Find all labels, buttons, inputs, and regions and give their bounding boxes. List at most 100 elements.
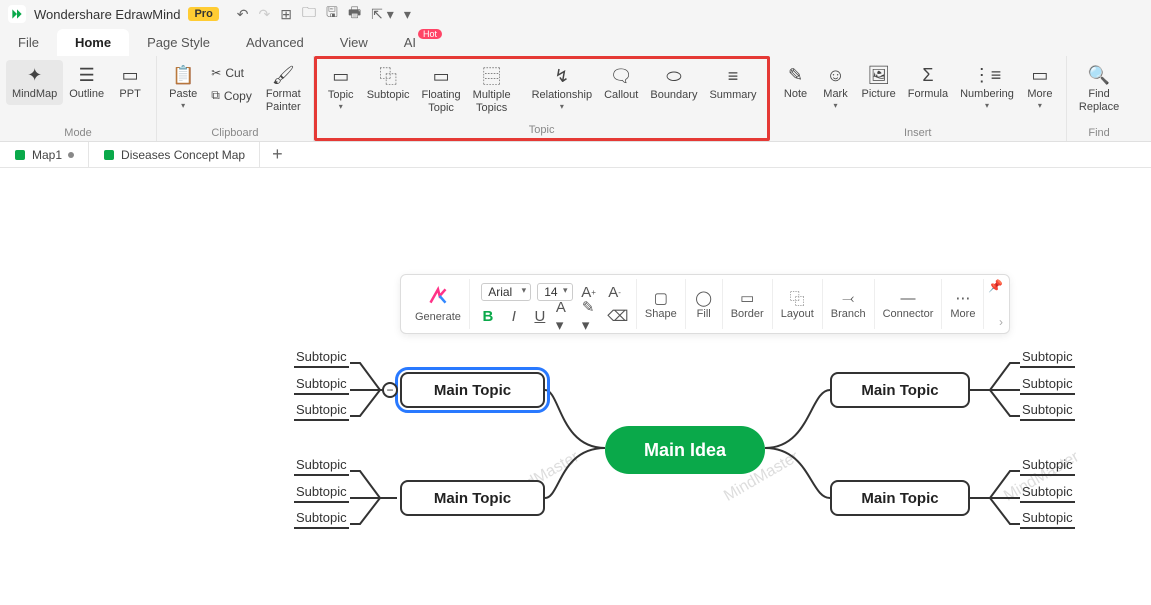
font-family-select[interactable]: Arial (481, 283, 531, 301)
undo-icon[interactable]: ↶ (237, 6, 249, 23)
subtopic-button[interactable]: ⿻Subtopic (361, 61, 416, 106)
floating-topic-button[interactable]: ▭Floating Topic (416, 61, 467, 119)
ft-connector[interactable]: —Connector (875, 279, 943, 329)
numbering-label: Numbering (960, 88, 1014, 101)
main-topic-node-2[interactable]: Main Topic (400, 480, 545, 516)
subtopic-node[interactable]: Subtopic (294, 457, 349, 476)
caret-icon: ▾ (560, 102, 564, 111)
callout-button[interactable]: 🗨Callout (598, 61, 644, 106)
cut-label: Cut (225, 66, 244, 80)
outline-label: Outline (69, 88, 104, 101)
numbering-button[interactable]: ⋮≡Numbering▾ (954, 60, 1020, 114)
find-icon: 🔍 (1088, 64, 1110, 86)
more-icon: ⋯ (953, 288, 973, 308)
subtopic-node[interactable]: Subtopic (1020, 457, 1075, 476)
highlight-icon[interactable]: ✎ ▾ (582, 306, 602, 326)
copy-button[interactable]: ⧉Copy (207, 86, 256, 105)
menu-file[interactable]: File (0, 29, 57, 56)
branch-icon: ⤙ (838, 288, 858, 308)
menu-ai[interactable]: AI Hot (386, 29, 434, 56)
collapse-button[interactable]: − (382, 382, 398, 398)
open-icon[interactable]: 🗀 (302, 2, 316, 26)
topic-button[interactable]: ▭Topic▾ (321, 61, 361, 115)
picture-button[interactable]: 🖼Picture (856, 60, 902, 105)
underline-icon[interactable]: U (530, 306, 550, 326)
app-logo (8, 5, 26, 23)
format-painter-button[interactable]: 🖌 Format Painter (260, 60, 307, 118)
print-icon[interactable]: 🖶 (348, 2, 361, 26)
subtopic-node[interactable]: Subtopic (294, 484, 349, 503)
mindmap-button[interactable]: ✦ MindMap (6, 60, 63, 105)
menu-view[interactable]: View (322, 29, 386, 56)
italic-icon[interactable]: I (504, 306, 524, 326)
bold-icon[interactable]: B (478, 306, 498, 326)
boundary-button[interactable]: ⬭Boundary (644, 61, 703, 106)
cut-button[interactable]: ✂Cut (207, 64, 256, 82)
summary-label: Summary (709, 89, 756, 102)
ribbon-group-find: 🔍Find Replace Find (1067, 56, 1131, 141)
export-icon[interactable]: ⇱ ▾ (371, 6, 394, 23)
save-icon[interactable]: 🖫 (326, 2, 338, 26)
ft-more[interactable]: ⋯More (942, 279, 984, 329)
subtopic-node[interactable]: Subtopic (1020, 402, 1075, 421)
subtopic-icon: ⿻ (379, 65, 397, 87)
insert-group-label: Insert (776, 127, 1060, 141)
subtopic-node[interactable]: Subtopic (294, 376, 349, 395)
document-tabs: Map1 Diseases Concept Map + (0, 142, 1151, 168)
subtopic-node[interactable]: Subtopic (1020, 484, 1075, 503)
chevron-right-icon[interactable]: › (999, 315, 1003, 329)
ft-shape[interactable]: ▢Shape (637, 279, 686, 329)
relationship-button[interactable]: ↯Relationship▾ (526, 61, 599, 115)
caret-icon: ▾ (834, 101, 838, 110)
outline-button[interactable]: ☰ Outline (63, 60, 110, 105)
main-topic-node-3[interactable]: Main Topic (830, 372, 970, 408)
subtopic-node[interactable]: Subtopic (294, 349, 349, 368)
note-button[interactable]: ✎Note (776, 60, 816, 105)
ft-border[interactable]: ▭Border (723, 279, 773, 329)
font-shrink-icon[interactable]: A- (605, 282, 625, 302)
menu-home[interactable]: Home (57, 29, 129, 56)
mark-button[interactable]: ☺Mark▾ (816, 60, 856, 114)
paste-button[interactable]: 📋 Paste ▾ (163, 60, 203, 114)
main-topic-node-4[interactable]: Main Topic (830, 480, 970, 516)
connectors (0, 168, 1151, 605)
floating-toolbar: Generate Arial 14 A+ A- B I U A ▾ ✎ ▾ ⌫ … (400, 274, 1010, 334)
ft-fill[interactable]: ◯Fill (686, 279, 723, 329)
subtopic-node[interactable]: Subtopic (1020, 510, 1075, 529)
ribbon: ✦ MindMap ☰ Outline ▭ PPT Mode 📋 Paste ▾… (0, 56, 1151, 142)
new-icon[interactable]: ⊞ (280, 6, 292, 23)
subtopic-node[interactable]: Subtopic (1020, 349, 1075, 368)
ppt-button[interactable]: ▭ PPT (110, 60, 150, 105)
clear-format-icon[interactable]: ⌫ (608, 306, 628, 326)
new-tab-button[interactable]: + (260, 144, 295, 165)
subtopic-node[interactable]: Subtopic (294, 510, 349, 529)
more-qat-icon[interactable]: ▾ (404, 6, 411, 23)
font-size-select[interactable]: 14 (537, 283, 572, 301)
canvas[interactable]: Generate Arial 14 A+ A- B I U A ▾ ✎ ▾ ⌫ … (0, 168, 1151, 605)
menu-advanced[interactable]: Advanced (228, 29, 322, 56)
connector-icon: — (898, 288, 918, 308)
redo-icon[interactable]: ↷ (259, 6, 271, 23)
menu-ai-label: AI (404, 35, 416, 50)
summary-button[interactable]: ≡Summary (703, 61, 762, 106)
font-color-icon[interactable]: A ▾ (556, 306, 576, 326)
ft-layout[interactable]: ⿻Layout (773, 279, 823, 329)
paste-icon: 📋 (172, 64, 194, 86)
main-topic-node-1[interactable]: Main Topic (400, 372, 545, 408)
subtopic-node[interactable]: Subtopic (294, 402, 349, 421)
formula-button[interactable]: ΣFormula (902, 60, 954, 105)
menu-page-style[interactable]: Page Style (129, 29, 228, 56)
multiple-topics-label: Multiple Topics (473, 89, 511, 115)
ft-branch[interactable]: ⤙Branch (823, 279, 875, 329)
tab-diseases[interactable]: Diseases Concept Map (89, 142, 260, 167)
pin-icon[interactable]: 📌 (988, 279, 1003, 293)
ft-generate[interactable]: Generate (407, 279, 470, 329)
find-replace-button[interactable]: 🔍Find Replace (1073, 60, 1125, 118)
multiple-topics-button[interactable]: ⿳Multiple Topics (467, 61, 517, 119)
subtopic-node[interactable]: Subtopic (1020, 376, 1075, 395)
more-insert-button[interactable]: ▭More▾ (1020, 60, 1060, 114)
tab-map1[interactable]: Map1 (0, 142, 89, 167)
ribbon-group-mode: ✦ MindMap ☰ Outline ▭ PPT Mode (0, 56, 157, 141)
ppt-label: PPT (119, 88, 140, 101)
main-idea-node[interactable]: Main Idea (605, 426, 765, 474)
